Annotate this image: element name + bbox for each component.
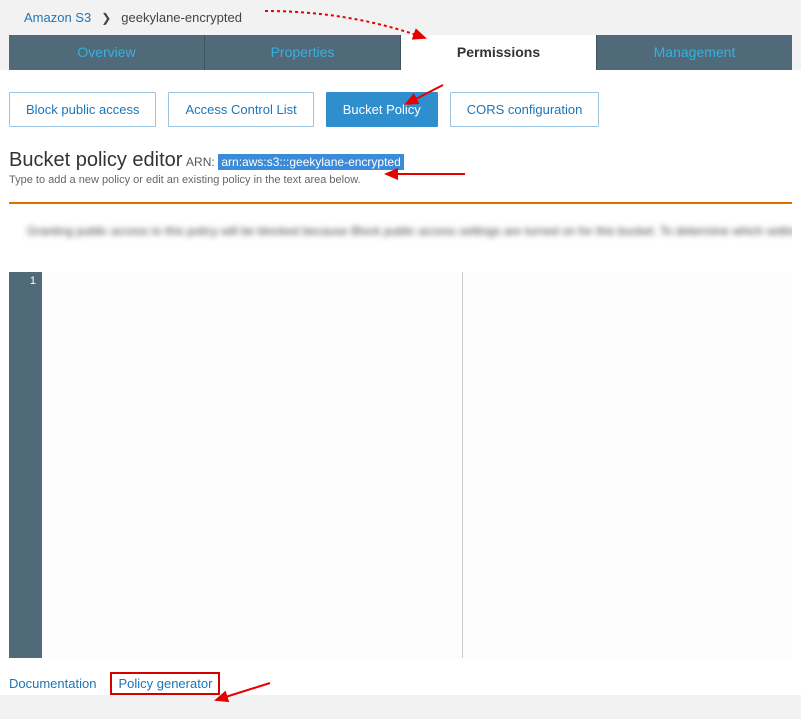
chevron-right-icon: ❯ — [101, 11, 111, 25]
content-area: Block public access Access Control List … — [0, 70, 801, 695]
tab-permissions[interactable]: Permissions — [401, 35, 597, 70]
footer-links: Documentation Policy generator — [9, 658, 792, 695]
policy-generator-link[interactable]: Policy generator — [118, 676, 212, 691]
arn-value[interactable]: arn:aws:s3:::geekylane-encrypted — [218, 154, 403, 170]
tab-management[interactable]: Management — [597, 35, 792, 70]
block-public-access-button[interactable]: Block public access — [9, 92, 156, 127]
editor-gutter: 1 — [9, 272, 42, 658]
main-tabs: Overview Properties Permissions Manageme… — [9, 35, 792, 70]
breadcrumb-root-link[interactable]: Amazon S3 — [24, 10, 91, 25]
editor-header: Bucket policy editor ARN: arn:aws:s3:::g… — [9, 147, 792, 190]
tab-properties[interactable]: Properties — [205, 35, 401, 70]
warning-text: Granting public access to this policy wi… — [9, 204, 792, 256]
warning-banner: Granting public access to this policy wi… — [9, 202, 792, 256]
editor-code-area[interactable] — [42, 272, 792, 658]
documentation-link[interactable]: Documentation — [9, 676, 96, 691]
cors-button[interactable]: CORS configuration — [450, 92, 600, 127]
policy-editor[interactable]: 1 — [9, 272, 792, 658]
policy-generator-highlight: Policy generator — [110, 672, 220, 695]
arn-label: ARN: — [186, 155, 215, 169]
acl-button[interactable]: Access Control List — [168, 92, 313, 127]
bucket-policy-button[interactable]: Bucket Policy — [326, 92, 438, 127]
editor-title: Bucket policy editor — [9, 149, 182, 171]
gutter-line-1: 1 — [9, 275, 36, 287]
breadcrumb: Amazon S3 ❯ geekylane-encrypted — [0, 0, 801, 35]
editor-cursor — [462, 272, 463, 658]
permissions-subnav: Block public access Access Control List … — [9, 70, 792, 147]
editor-note: Type to add a new policy or edit an exis… — [9, 174, 792, 186]
tab-overview[interactable]: Overview — [9, 35, 205, 70]
breadcrumb-current: geekylane-encrypted — [121, 10, 242, 25]
